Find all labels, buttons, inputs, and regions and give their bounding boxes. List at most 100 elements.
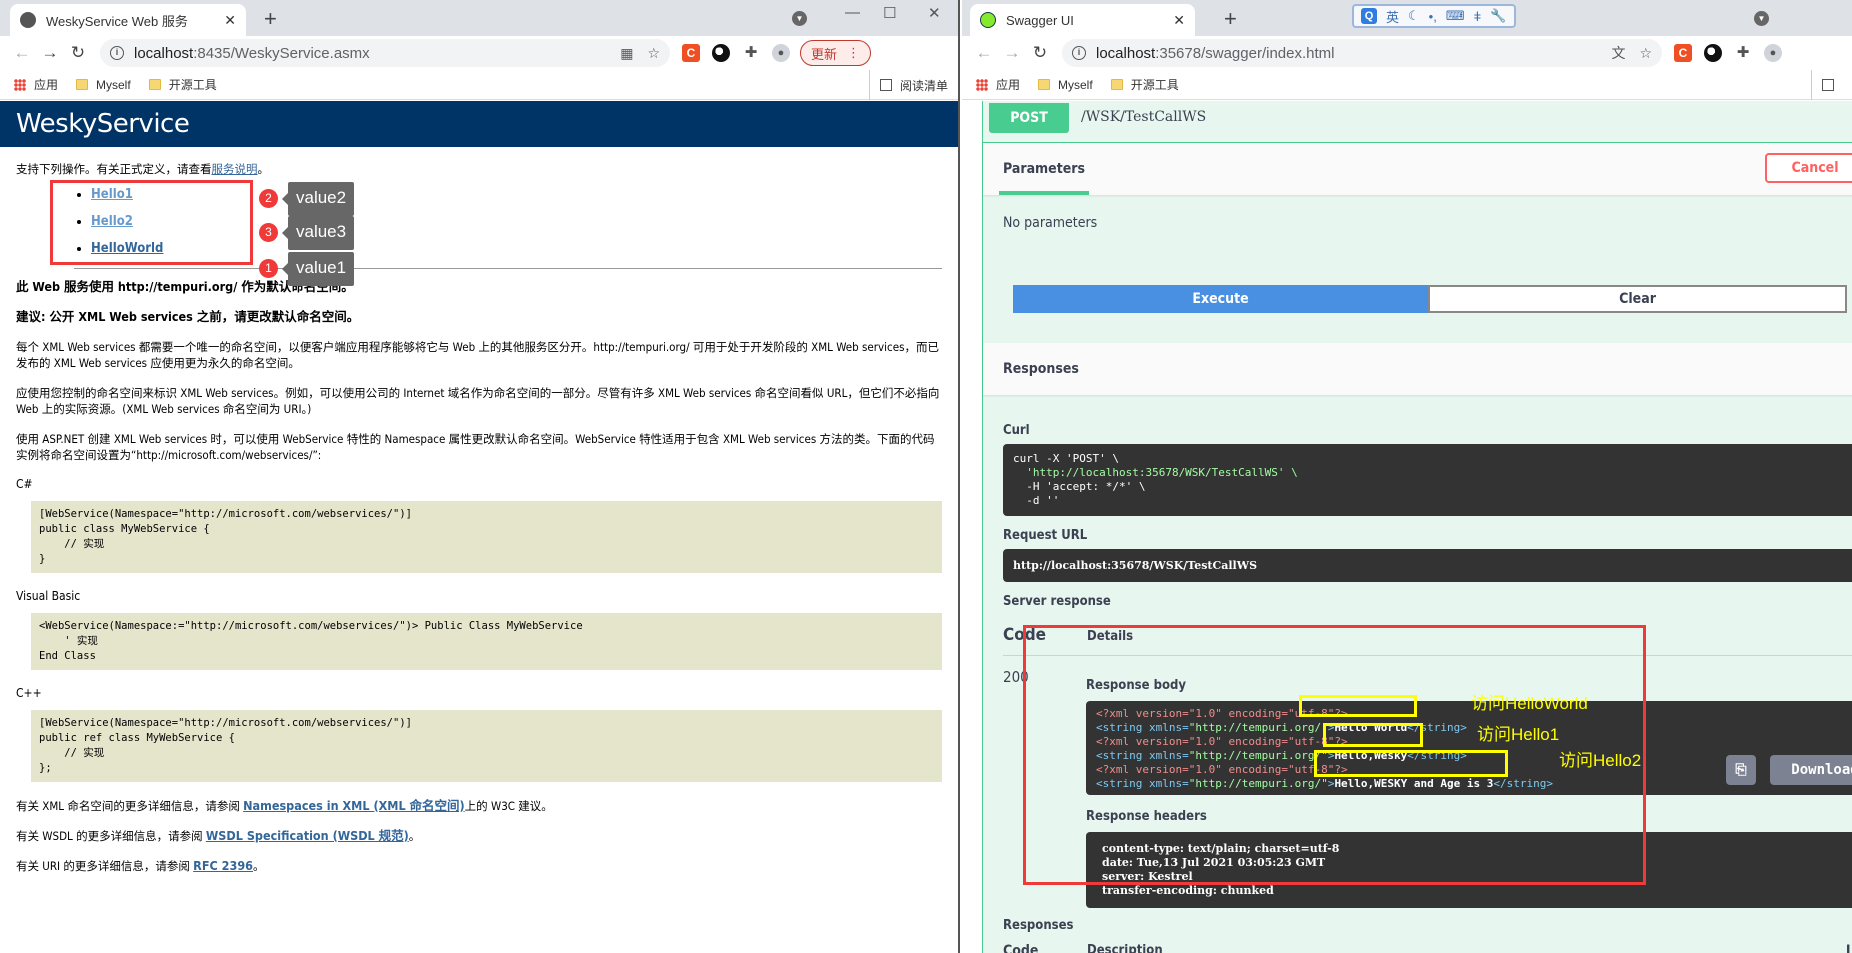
info-icon[interactable]: i xyxy=(110,46,124,60)
bookmark-opensource-tools[interactable]: 开源工具 xyxy=(1110,76,1179,93)
address-bar[interactable]: i localhost:8435/WeskyService.asmx ▦ ☆ xyxy=(100,39,670,67)
rfc-2396-link[interactable]: RFC 2396 xyxy=(193,858,253,873)
update-button[interactable]: 更新 ⋮ xyxy=(800,40,872,66)
split-icon[interactable]: ǂ xyxy=(1474,9,1482,24)
tab-title: WeskyService Web 服务 xyxy=(46,13,188,29)
wrench-icon[interactable]: 🔧 xyxy=(1490,8,1506,24)
cancel-button[interactable]: Cancel xyxy=(1765,153,1852,183)
annotation-helloworld: 访问HelloWorld xyxy=(1471,694,1588,713)
new-tab-button[interactable]: + xyxy=(1224,6,1237,32)
responses-title: Responses xyxy=(1003,361,1079,377)
bookmark-myself[interactable]: Myself xyxy=(76,78,131,92)
maximize-icon[interactable]: ☐ xyxy=(883,4,896,22)
menu-dots-icon: ⋮ xyxy=(847,45,861,60)
bookmark-apps[interactable]: 应用 xyxy=(14,76,58,93)
paragraph-1: 每个 XML Web services 都需要一个唯一的命名空间，以便客户端应用… xyxy=(16,340,939,370)
annotation-callout: value1 xyxy=(281,252,355,286)
code-lang-label: C# xyxy=(16,477,33,491)
reload-icon[interactable]: ↻ xyxy=(64,43,92,63)
browser-tab-wesky[interactable]: WeskyService Web 服务 ✕ xyxy=(10,4,246,36)
translate-icon[interactable]: 文 xyxy=(1611,43,1625,63)
reload-icon[interactable]: ↻ xyxy=(1026,43,1054,63)
bookmark-label: Myself xyxy=(1058,77,1093,92)
bookmark-opensource-tools[interactable]: 开源工具 xyxy=(148,76,217,93)
execute-button[interactable]: Execute xyxy=(1013,285,1428,313)
keyboard-icon[interactable]: ⌨ xyxy=(1446,8,1465,24)
bookmark-label: 应用 xyxy=(996,78,1021,92)
info-icon[interactable]: i xyxy=(1072,46,1086,60)
bookmark-label: 开源工具 xyxy=(1130,78,1179,92)
extensions-puzzle-icon[interactable]: ✚ xyxy=(1734,44,1752,62)
star-icon[interactable]: ☆ xyxy=(647,45,660,62)
profile-avatar-icon[interactable]: ● xyxy=(772,44,790,62)
curl-line: -d '' xyxy=(1013,494,1060,507)
close-tab-icon[interactable]: ✕ xyxy=(224,12,236,29)
service-description-link[interactable]: 服务说明 xyxy=(212,162,258,176)
ref-text: 有关 XML 命名空间的更多详细信息，请参阅 xyxy=(16,799,244,813)
extension-yinyang-icon[interactable] xyxy=(712,44,730,62)
reading-list-button[interactable]: 阅读清单 xyxy=(868,70,948,100)
punctuation-icon[interactable]: •, xyxy=(1429,9,1437,24)
extensions-puzzle-icon[interactable]: ✚ xyxy=(742,44,760,62)
download-button[interactable]: Download xyxy=(1770,755,1852,785)
close-window-icon[interactable]: ✕ xyxy=(928,4,941,22)
clear-button[interactable]: Clear xyxy=(1428,285,1847,313)
address-bar[interactable]: i localhost:35678/swagger/index.html 文 ☆ xyxy=(1062,39,1662,67)
update-label: 更新 xyxy=(811,46,838,62)
tab-strip: WeskyService Web 服务 ✕ + ▼ — ☐ ✕ xyxy=(0,0,958,36)
ref-text: 。 xyxy=(408,829,421,843)
back-icon[interactable]: ← xyxy=(8,43,36,63)
forward-icon[interactable]: → xyxy=(998,43,1026,63)
operation-summary[interactable]: POST /WSK/TestCallWS xyxy=(983,101,1852,143)
ref-text: 有关 WSDL 的更多详细信息，请参阅 xyxy=(16,829,206,843)
wsdl-spec-link[interactable]: WSDL Specification (WSDL 规范) xyxy=(206,828,409,843)
highlight-helloworld xyxy=(1299,695,1417,717)
extension-c-icon[interactable]: C xyxy=(1674,44,1692,62)
profile-avatar-icon[interactable]: ● xyxy=(1764,44,1782,62)
bookmarks-bar: 应用 Myself 开源工具 阅读清单 xyxy=(0,70,958,100)
responses-header: Responses xyxy=(983,343,1852,395)
recommendation: 建议: 公开 XML Web services 之前，请更改默认命名空间。 xyxy=(16,309,360,324)
url-path: :8435/WeskyService.asmx xyxy=(193,44,370,62)
intro-end: 。 xyxy=(257,162,270,176)
qr-code-icon[interactable]: ▦ xyxy=(620,45,633,62)
curl-line: curl -X 'POST' \ xyxy=(1013,452,1119,465)
copy-response-icon[interactable]: ⎘ xyxy=(1726,755,1756,785)
curl-line: 'http://localhost:35678/WSK/TestCallWS' … xyxy=(1013,466,1298,479)
tab-search-icon[interactable]: ▼ xyxy=(1754,11,1769,26)
browser-tab-swagger[interactable]: Swagger UI ✕ xyxy=(970,4,1195,36)
namespaces-in-xml-link[interactable]: Namespaces in XML (XML 命名空间) xyxy=(243,798,465,813)
paragraph-2: 应使用您控制的命名空间来标识 XML Web services。例如，可以使用公… xyxy=(16,386,940,416)
extension-yinyang-icon[interactable] xyxy=(1704,44,1722,62)
bookmark-myself[interactable]: Myself xyxy=(1038,78,1093,92)
annotation-badge: 1 xyxy=(259,259,278,278)
tab-search-icon[interactable]: ▼ xyxy=(792,11,807,26)
header-line: transfer-encoding: chunked xyxy=(1102,884,1274,897)
ime-mode[interactable]: 英 xyxy=(1386,7,1399,26)
no-parameters-text: No parameters xyxy=(1003,215,1098,231)
namespace-note: 此 Web 服务使用 http://tempuri.org/ 作为默认命名空间。 xyxy=(16,279,354,294)
annotation-hello2: 访问Hello2 xyxy=(1559,751,1642,770)
tab-parameters[interactable]: Parameters xyxy=(998,143,1090,195)
annotation-hello1: 访问Hello1 xyxy=(1477,725,1560,744)
code-sample-cpp: [WebService(Namespace="http://microsoft.… xyxy=(31,710,942,782)
minimize-icon[interactable]: — xyxy=(845,4,860,21)
back-icon[interactable]: ← xyxy=(970,43,998,63)
server-response-label: Server response xyxy=(1003,594,1111,609)
annotation-callout: value2 xyxy=(281,182,355,216)
browser-toolbar: ← → ↻ i localhost:35678/swagger/index.ht… xyxy=(962,36,1852,70)
execute-wrapper: Execute Clear xyxy=(1013,285,1847,313)
ime-logo-icon[interactable]: Q xyxy=(1361,8,1377,24)
forward-icon[interactable]: → xyxy=(36,43,64,63)
bookmark-apps[interactable]: 应用 xyxy=(976,76,1020,93)
ime-toolbar: Q 英 ☾ •, ⌨ ǂ 🔧 xyxy=(1352,4,1516,28)
star-icon[interactable]: ☆ xyxy=(1639,45,1652,62)
moon-icon[interactable]: ☾ xyxy=(1408,8,1420,24)
extension-c-icon[interactable]: C xyxy=(682,44,700,62)
close-tab-icon[interactable]: ✕ xyxy=(1173,12,1185,29)
new-tab-button[interactable]: + xyxy=(264,6,277,32)
footer-description-header: Description xyxy=(1087,943,1163,953)
bookmark-label: 开源工具 xyxy=(168,78,217,92)
reading-list-button[interactable] xyxy=(1811,70,1842,100)
footer-links-header: Links xyxy=(1845,943,1852,953)
